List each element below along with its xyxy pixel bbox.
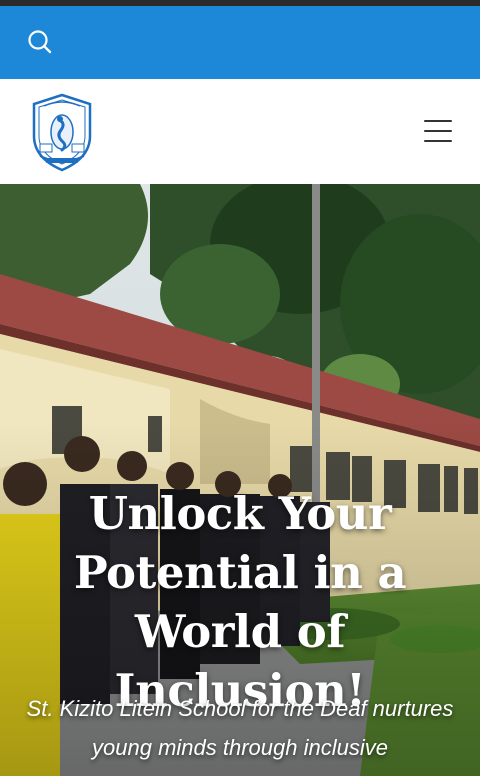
school-logo[interactable] — [26, 92, 98, 172]
search-bar — [0, 6, 480, 79]
menu-button[interactable] — [418, 113, 458, 149]
hamburger-menu-icon — [418, 120, 458, 142]
school-crest-logo — [32, 93, 92, 172]
hero-banner: Unlock Your Potential in a World of Incl… — [0, 184, 480, 776]
site-header — [0, 79, 480, 184]
hero-title: Unlock Your Potential in a World of Incl… — [73, 487, 407, 717]
hero-subtitle: St. Kizito Litein School for the Deaf nu… — [26, 696, 454, 760]
search-icon — [28, 30, 52, 54]
search-button[interactable] — [22, 24, 58, 60]
